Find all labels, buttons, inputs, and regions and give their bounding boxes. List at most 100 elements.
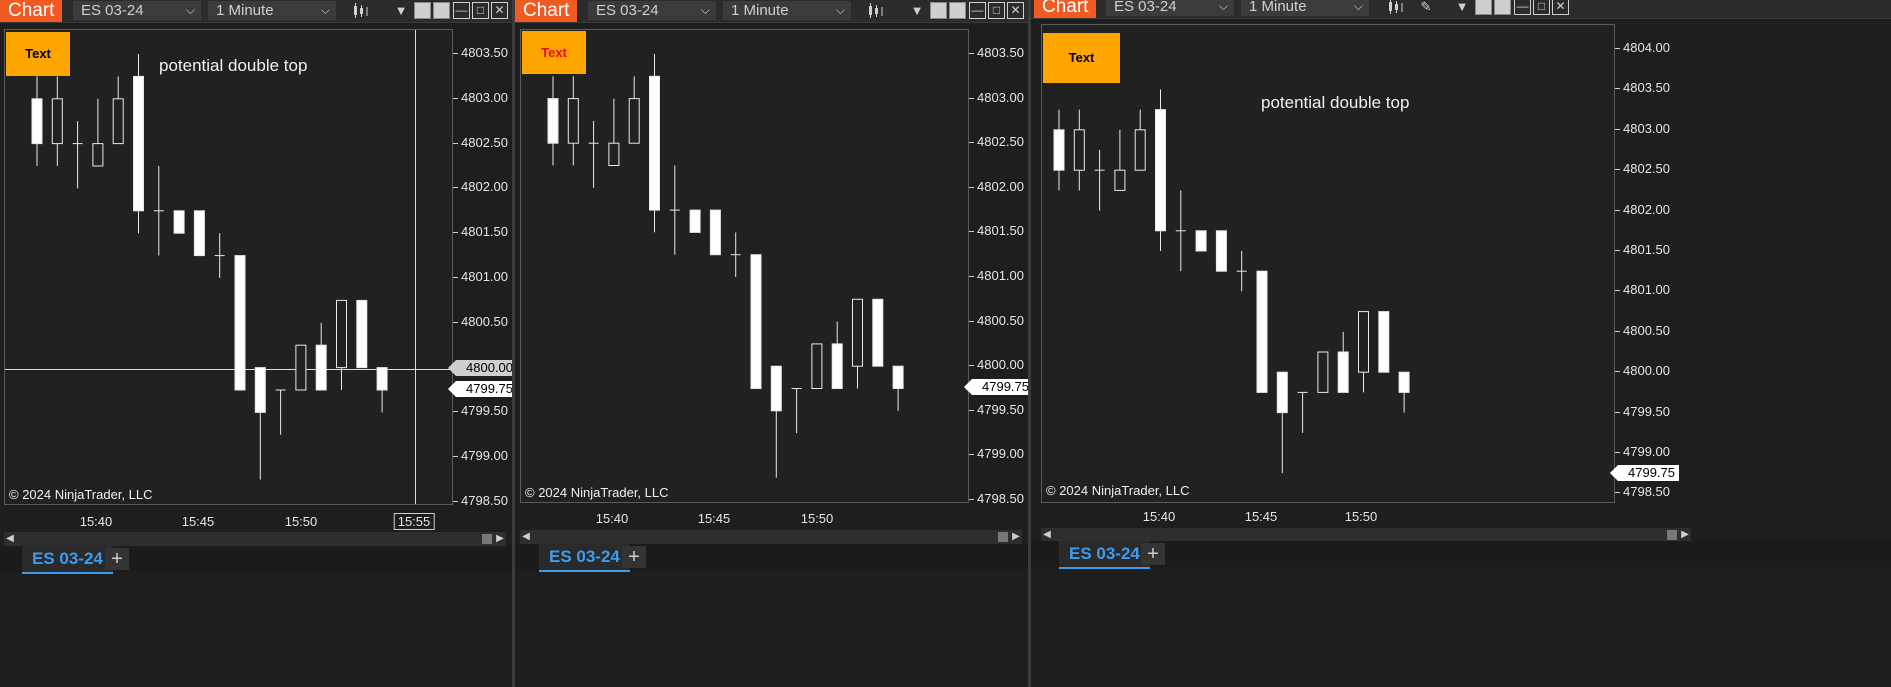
price-axis[interactable]: 4804.00 4803.50 4803.00 4802.50 4802.00 4801.… <box>1610 24 1691 503</box>
instrument-tab[interactable]: ES 03-24 <box>1059 541 1150 569</box>
add-tab-button[interactable]: + <box>105 548 129 570</box>
add-tab-button[interactable]: + <box>622 546 646 568</box>
scrollbar-thumb[interactable] <box>1667 530 1677 540</box>
scroll-left-icon[interactable]: ◀ <box>520 530 532 544</box>
price-axis-tick <box>969 409 974 411</box>
candle-bar <box>1256 270 1268 393</box>
scroll-right-icon[interactable]: ▶ <box>1679 528 1691 542</box>
price-axis-label: 4802.50 <box>977 134 1024 150</box>
price-axis-label: 4801.00 <box>1623 282 1670 298</box>
candle-body <box>31 98 43 145</box>
price-axis-label: 4802.00 <box>977 178 1024 194</box>
interval-selector[interactable]: 1 Minute ⌵ <box>208 1 336 20</box>
scroll-left-icon[interactable]: ◀ <box>1041 528 1053 542</box>
chart-panel-3: Chart ES 03-24 ⌵ 1 Minute ⌵ ✎ ▼ — □ ✕ Te… <box>1031 0 1891 687</box>
instrument-selector[interactable]: ES 03-24 ⌵ <box>588 1 716 20</box>
menu-dropdown-icon[interactable]: ▼ <box>1455 0 1469 15</box>
tile-icon[interactable] <box>414 2 431 19</box>
horizontal-scrollbar[interactable]: ◀ ▶ <box>520 530 1022 544</box>
candle-bar <box>112 76 124 145</box>
maximize-icon[interactable]: □ <box>988 2 1005 19</box>
chevron-down-icon: ⌵ <box>320 3 330 17</box>
price-axis-tick <box>1615 209 1620 211</box>
instrument-selector-value: ES 03-24 <box>1114 0 1177 15</box>
candle-bar <box>547 76 559 166</box>
candle-bar <box>588 120 599 188</box>
scrollbar-thumb[interactable] <box>998 532 1008 542</box>
candle-bar <box>649 54 660 233</box>
close-icon[interactable]: ✕ <box>491 2 508 19</box>
price-axis-tick <box>1615 250 1620 251</box>
tile-icon[interactable] <box>1475 0 1492 15</box>
horizontal-scrollbar[interactable]: ◀ ▶ <box>4 532 506 546</box>
price-axis-tick <box>1615 411 1620 413</box>
scrollbar-thumb[interactable] <box>482 534 492 544</box>
minimize-icon[interactable]: — <box>1514 0 1531 15</box>
candle-body <box>1378 311 1390 373</box>
maximize-icon[interactable]: □ <box>472 2 489 19</box>
drawing-tool-pencil-icon[interactable]: ✎ <box>1415 0 1437 15</box>
crosshair-price-marker: 4800.00 <box>448 360 512 376</box>
candle-bar <box>173 210 185 234</box>
candle-body <box>892 365 904 390</box>
candle-bar <box>1358 311 1369 393</box>
candle-bar <box>852 298 863 389</box>
price-axis-tick <box>1615 128 1620 130</box>
time-axis[interactable]: 15:40 15:45 15:50 <box>520 509 969 529</box>
minimize-icon[interactable]: — <box>453 2 470 19</box>
chart-style-icon[interactable] <box>350 2 372 19</box>
price-chart-area[interactable]: Text potential double top © 2024 NinjaTr… <box>1041 24 1615 503</box>
candle-body <box>1155 109 1166 232</box>
instrument-tab[interactable]: ES 03-24 <box>22 546 113 574</box>
price-axis-label: 4801.50 <box>1623 242 1670 257</box>
price-chart-area[interactable]: Text © 2024 NinjaTrader, LLC <box>520 29 969 503</box>
instrument-tab[interactable]: ES 03-24 <box>539 544 630 572</box>
tile-icon[interactable] <box>1494 0 1511 15</box>
price-axis-label: 4803.00 <box>977 89 1024 105</box>
price-axis[interactable]: 4803.50 4803.00 4802.50 4802.00 4801.50 4801.… <box>964 29 1028 506</box>
tile-icon[interactable] <box>949 2 966 19</box>
tile-icon[interactable] <box>930 2 947 19</box>
candle-body <box>1053 129 1065 171</box>
horizontal-scrollbar[interactable]: ◀ ▶ <box>1041 528 1691 542</box>
scroll-right-icon[interactable]: ▶ <box>1010 530 1022 544</box>
candle-body <box>1073 129 1085 171</box>
time-axis[interactable]: 15:55 15:40 15:45 15:50 <box>4 512 453 532</box>
candle-bar <box>72 121 83 189</box>
candle-bar <box>1053 109 1065 191</box>
scroll-left-icon[interactable]: ◀ <box>4 532 16 546</box>
chart-tab[interactable]: Chart <box>0 0 63 22</box>
tile-icon[interactable] <box>433 2 450 19</box>
close-icon[interactable]: ✕ <box>1007 2 1024 19</box>
price-axis-tick <box>969 97 974 99</box>
instrument-selector[interactable]: ES 03-24 ⌵ <box>73 1 201 20</box>
current-price-marker: 4799.75 <box>964 379 1028 395</box>
candle-bar <box>193 210 205 257</box>
add-tab-button[interactable]: + <box>1141 543 1165 565</box>
price-axis-tick <box>1615 169 1620 171</box>
close-icon[interactable]: ✕ <box>1552 0 1569 15</box>
interval-selector[interactable]: 1 Minute ⌵ <box>723 1 851 20</box>
instrument-selector[interactable]: ES 03-24 ⌵ <box>1106 0 1234 16</box>
candle-body <box>1358 311 1369 373</box>
time-axis[interactable]: 15:40 15:45 15:50 <box>1041 507 1615 527</box>
chart-style-icon[interactable] <box>865 2 887 19</box>
price-chart-area[interactable]: Text potential double top © 2024 NinjaTr… <box>4 29 453 505</box>
price-axis-tick <box>1615 88 1620 90</box>
menu-dropdown-icon[interactable]: ▼ <box>910 2 924 19</box>
chart-style-icon[interactable] <box>1385 0 1407 15</box>
maximize-icon[interactable]: □ <box>1533 0 1550 15</box>
chart-tab[interactable]: Chart <box>515 0 578 22</box>
candle-bar <box>831 321 843 389</box>
price-axis-tick <box>1615 371 1620 373</box>
price-axis[interactable]: 4803.50 4803.00 4802.50 4802.00 4801.50 4801.… <box>448 29 512 508</box>
interval-selector[interactable]: 1 Minute ⌵ <box>1241 0 1369 16</box>
menu-dropdown-icon[interactable]: ▼ <box>394 2 408 19</box>
candle-bar <box>1094 150 1105 211</box>
candle-body <box>608 142 620 166</box>
candle-body <box>234 255 246 391</box>
chart-tab[interactable]: Chart <box>1034 0 1097 18</box>
scroll-right-icon[interactable]: ▶ <box>494 532 506 546</box>
minimize-icon[interactable]: — <box>969 2 986 19</box>
candle-body <box>1134 129 1146 171</box>
